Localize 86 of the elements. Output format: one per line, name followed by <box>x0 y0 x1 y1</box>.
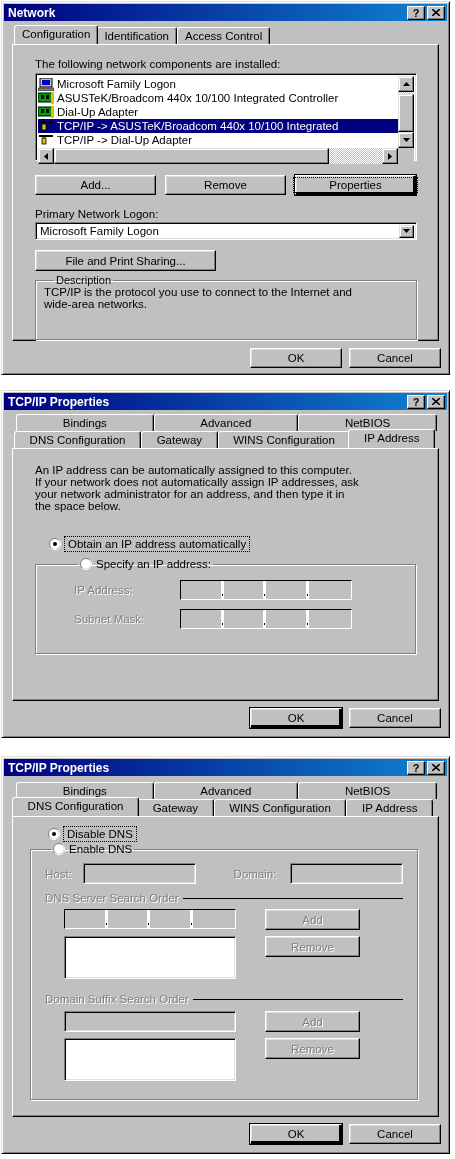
list-item[interactable]: TCP/IP -> ASUSTeK/Broadcom 440x 10/100 Integrated <box>38 119 398 133</box>
down-arrow-icon <box>402 138 410 142</box>
computer-icon <box>38 77 54 91</box>
network-card-icon <box>38 92 54 104</box>
radio-label[interactable]: Enable DNS <box>69 843 133 855</box>
radio-button[interactable] <box>80 558 92 570</box>
dialog-button[interactable]: OK <box>250 348 342 368</box>
ip-address-field[interactable] <box>180 609 352 629</box>
window-title: Network <box>8 5 56 20</box>
tab[interactable]: Configuration <box>14 25 99 45</box>
tab[interactable]: IP Address <box>348 429 435 449</box>
radio-button[interactable] <box>49 538 61 550</box>
list-item[interactable]: TCP/IP -> Dial-Up Adapter <box>38 133 398 147</box>
horizontal-scrollbar[interactable] <box>38 148 398 164</box>
scrollbar-corner <box>398 148 414 164</box>
button[interactable]: Properties <box>295 175 416 195</box>
tab[interactable]: DNS Configuration <box>12 797 140 817</box>
tab[interactable]: NetBIOS <box>298 782 437 799</box>
group-label: Description <box>55 274 113 286</box>
dropdown-arrow-icon <box>403 229 410 233</box>
cable-icon <box>38 134 54 146</box>
tab[interactable]: IP Address <box>346 799 433 816</box>
list-box[interactable] <box>64 1038 236 1081</box>
tab[interactable]: DNS Configuration <box>14 431 142 448</box>
button[interactable]: Remove <box>165 175 286 195</box>
up-arrow-icon <box>402 82 410 86</box>
close-icon <box>432 9 440 16</box>
radio-label[interactable]: Specify an IP address: <box>96 558 211 570</box>
field-label: Primary Network Logon: <box>35 208 160 220</box>
list-label: The following network components are installed: <box>35 58 282 70</box>
field-label: IP Address: <box>74 584 134 596</box>
host-field[interactable] <box>82 863 196 884</box>
tab[interactable]: Gateway <box>137 799 214 816</box>
dialog-button[interactable]: Cancel <box>349 1124 441 1144</box>
dialog-button[interactable]: Cancel <box>349 348 441 368</box>
tab[interactable]: WINS Configuration <box>217 431 351 448</box>
close-button[interactable] <box>427 394 445 409</box>
help-button[interactable]: ? <box>407 760 425 775</box>
close-button[interactable] <box>427 5 445 20</box>
dialog-button[interactable]: OK <box>250 1124 342 1144</box>
tab[interactable]: Bindings <box>16 414 154 431</box>
tab[interactable]: WINS Configuration <box>213 799 347 816</box>
right-arrow-icon <box>388 152 392 160</box>
field-label: Host: <box>45 867 73 880</box>
ip-address-field[interactable] <box>64 909 236 929</box>
dialog-button[interactable]: Cancel <box>349 708 441 728</box>
field-label: Domain: <box>233 867 278 880</box>
radio-button[interactable] <box>53 843 65 855</box>
list-item[interactable]: Microsoft Family Logon <box>38 77 398 91</box>
list-item[interactable]: Dial-Up Adapter <box>38 105 398 119</box>
intro-text: An IP address can be automatically assigned to this computer. If your network does not automatically assign IP addresses, ask your network administrator for an address, and then type it in the space below. <box>35 464 360 512</box>
field-label: Subnet Mask: <box>74 613 146 625</box>
help-button[interactable]: ? <box>407 5 425 20</box>
domain-field[interactable] <box>290 863 403 884</box>
window-title: TCP/IP Properties <box>8 394 110 409</box>
window-title: TCP/IP Properties <box>8 760 110 775</box>
tab[interactable]: NetBIOS <box>298 414 437 431</box>
close-icon <box>432 398 440 405</box>
tab[interactable]: Gateway <box>141 431 218 448</box>
description-text: TCP/IP is the protocol you use to connect to the Internet and wide-area networks. <box>44 286 353 310</box>
tab[interactable]: Bindings <box>16 782 154 799</box>
network-card-icon <box>38 106 54 118</box>
tab[interactable]: Identification <box>96 27 177 44</box>
button[interactable]: Add... <box>35 175 156 195</box>
list-box[interactable] <box>64 936 236 979</box>
suffix-field[interactable] <box>64 1011 236 1032</box>
list-item[interactable]: ASUSTeK/Broadcom 440x 10/100 Integrated Controller <box>38 91 398 105</box>
logon-dropdown[interactable]: Microsoft Family Logon <box>35 222 417 240</box>
ip-address-field[interactable] <box>180 580 352 600</box>
radio-label[interactable]: Disable DNS <box>65 828 135 840</box>
dialog-button[interactable]: OK <box>250 708 342 728</box>
close-icon <box>432 764 440 771</box>
help-button[interactable]: ? <box>407 394 425 409</box>
vertical-scrollbar[interactable] <box>398 76 414 148</box>
left-arrow-icon <box>44 152 48 160</box>
tab[interactable]: Access Control <box>177 27 271 44</box>
section-label: Domain Suffix Search Order <box>45 993 189 1005</box>
tab[interactable]: Advanced <box>153 414 299 431</box>
tab[interactable]: Advanced <box>153 782 299 799</box>
section-label: DNS Server Search Order <box>45 892 179 904</box>
radio-label[interactable]: Obtain an IP address automatically <box>66 538 249 550</box>
radio-button[interactable] <box>48 828 60 840</box>
button[interactable]: File and Print Sharing... <box>35 250 216 271</box>
component-list[interactable]: Microsoft Family Logon ASUSTeK/Broadcom 440x 10/100 Integrated Controller Dial-Up Adapter TCP/IP -> ASUSTeK/Broadcom 440x 10/100 Integrated TCP/IP -> Dial-Up Adapter <box>35 73 417 161</box>
cable-icon <box>38 120 54 132</box>
close-button[interactable] <box>427 760 445 775</box>
